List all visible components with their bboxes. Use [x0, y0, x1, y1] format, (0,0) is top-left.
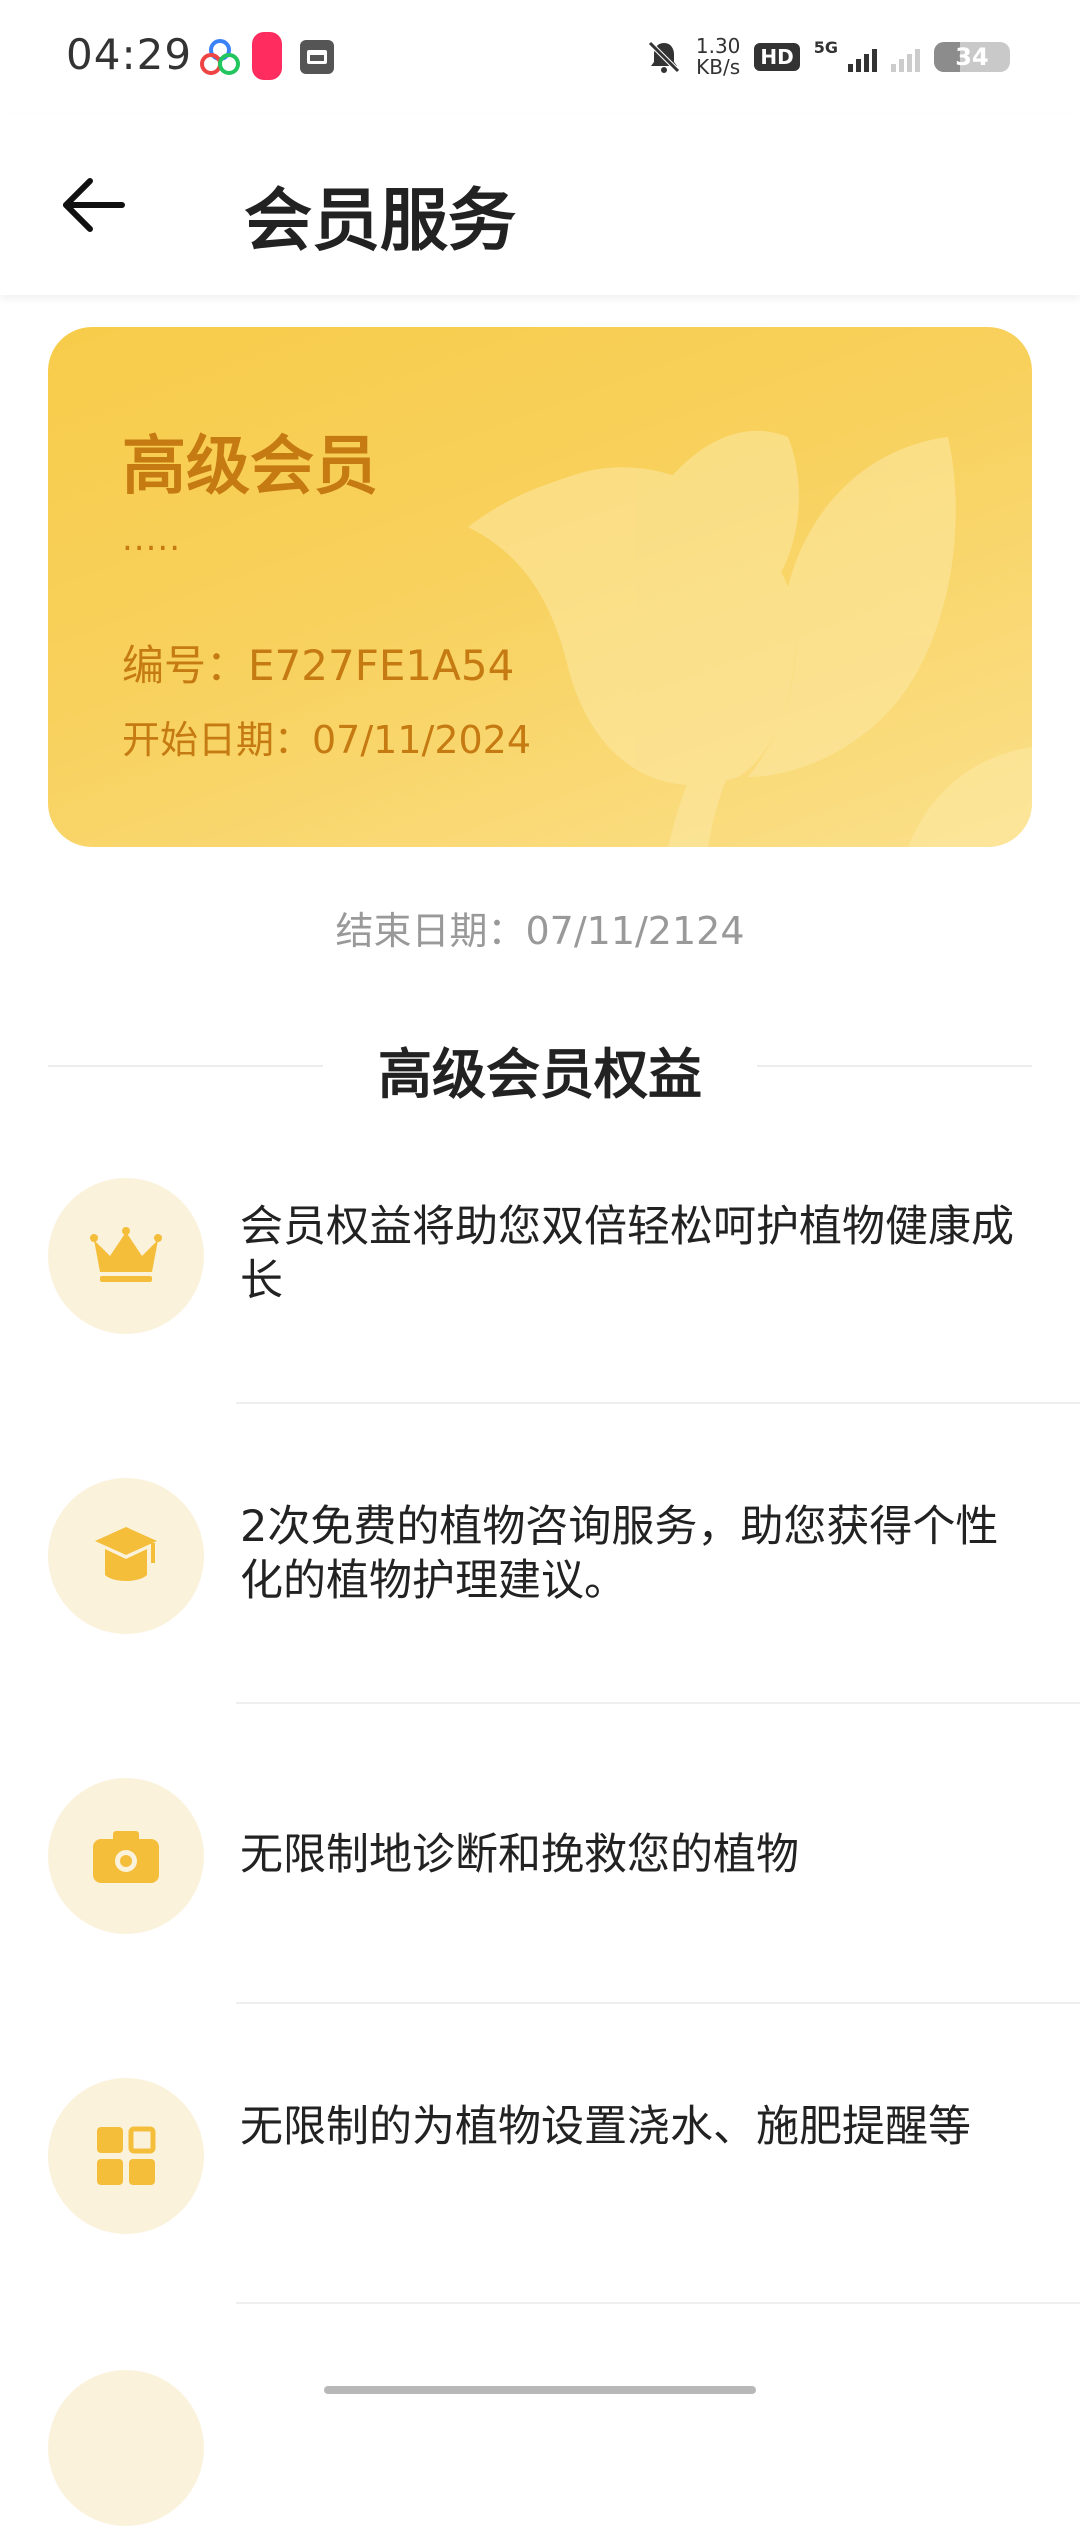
membership-level: 高级会员: [122, 430, 378, 504]
row-divider: [236, 1402, 1080, 1404]
battery-level: 34: [955, 43, 989, 71]
tulip-watermark-icon: [468, 430, 1032, 847]
signal-strength-icon: [891, 42, 920, 72]
page-title: 会员服务: [244, 182, 517, 261]
benefit-text: 无限制的为植物设置浇水、施肥提醒等: [240, 2102, 971, 2152]
status-time: 04:29: [66, 30, 193, 79]
benefit-item: 2次免费的植物咨询服务，助您获得个性化的植物护理建议。: [0, 1470, 1080, 1770]
status-indicators: 1.30 KB/s HD 5G 34: [646, 32, 1010, 82]
row-divider: [236, 1702, 1080, 1704]
benefit-text: 2次免费的植物咨询服务，助您获得个性化的植物护理建议。: [240, 1502, 999, 1606]
crown-icon: [48, 1178, 204, 1334]
network-speed: 1.30 KB/s: [696, 36, 741, 78]
battery-icon: 34: [934, 42, 1010, 72]
benefit-icon-partial: [48, 2370, 204, 2526]
app-notification-icon: [200, 39, 240, 75]
benefits-heading: 高级会员权益: [48, 1030, 1032, 1106]
camera-icon: [48, 1778, 204, 1934]
network-speed-unit: KB/s: [696, 55, 741, 79]
member-name: .....: [122, 519, 182, 559]
start-date: 开始日期：07/11/2024: [122, 718, 532, 762]
network-type: 5G: [813, 37, 838, 57]
member-card: 高级会员 ..... 编号：E727FE1A54 开始日期：07/11/2024: [48, 327, 1032, 847]
row-divider: [236, 2302, 1080, 2304]
grid-icon: [48, 2078, 204, 2234]
benefit-item: 会员权益将助您双倍轻松呵护植物健康成长: [0, 1170, 1080, 1470]
app-notification-icon: [300, 40, 334, 74]
app-notification-icon: [252, 32, 282, 80]
mute-bell-icon: [648, 41, 680, 73]
network-speed-value: 1.30: [695, 34, 741, 58]
member-id: 编号：E727FE1A54: [122, 641, 515, 690]
row-divider: [236, 2002, 1080, 2004]
benefits-title: 高级会员权益: [378, 1043, 702, 1106]
status-bar: 04:29 1.30 KB/s HD 5G 34: [0, 0, 1080, 115]
signal-strength-icon: [848, 42, 877, 72]
app-header: 会员服务: [0, 115, 1080, 295]
benefit-item: 无限制的为植物设置浇水、施肥提醒等: [0, 2070, 1080, 2370]
end-date: 结束日期：07/11/2124: [335, 909, 745, 953]
graduation-cap-icon: [48, 1478, 204, 1634]
benefit-text: 无限制地诊断和挽救您的植物: [240, 1830, 799, 1880]
home-indicator[interactable]: [324, 2386, 756, 2394]
benefit-item: 无限制地诊断和挽救您的植物: [0, 1770, 1080, 2070]
benefit-text: 会员权益将助您双倍轻松呵护植物健康成长: [240, 1202, 1014, 1306]
back-arrow-icon[interactable]: [56, 165, 136, 245]
hd-voice-badge: HD: [754, 43, 800, 71]
